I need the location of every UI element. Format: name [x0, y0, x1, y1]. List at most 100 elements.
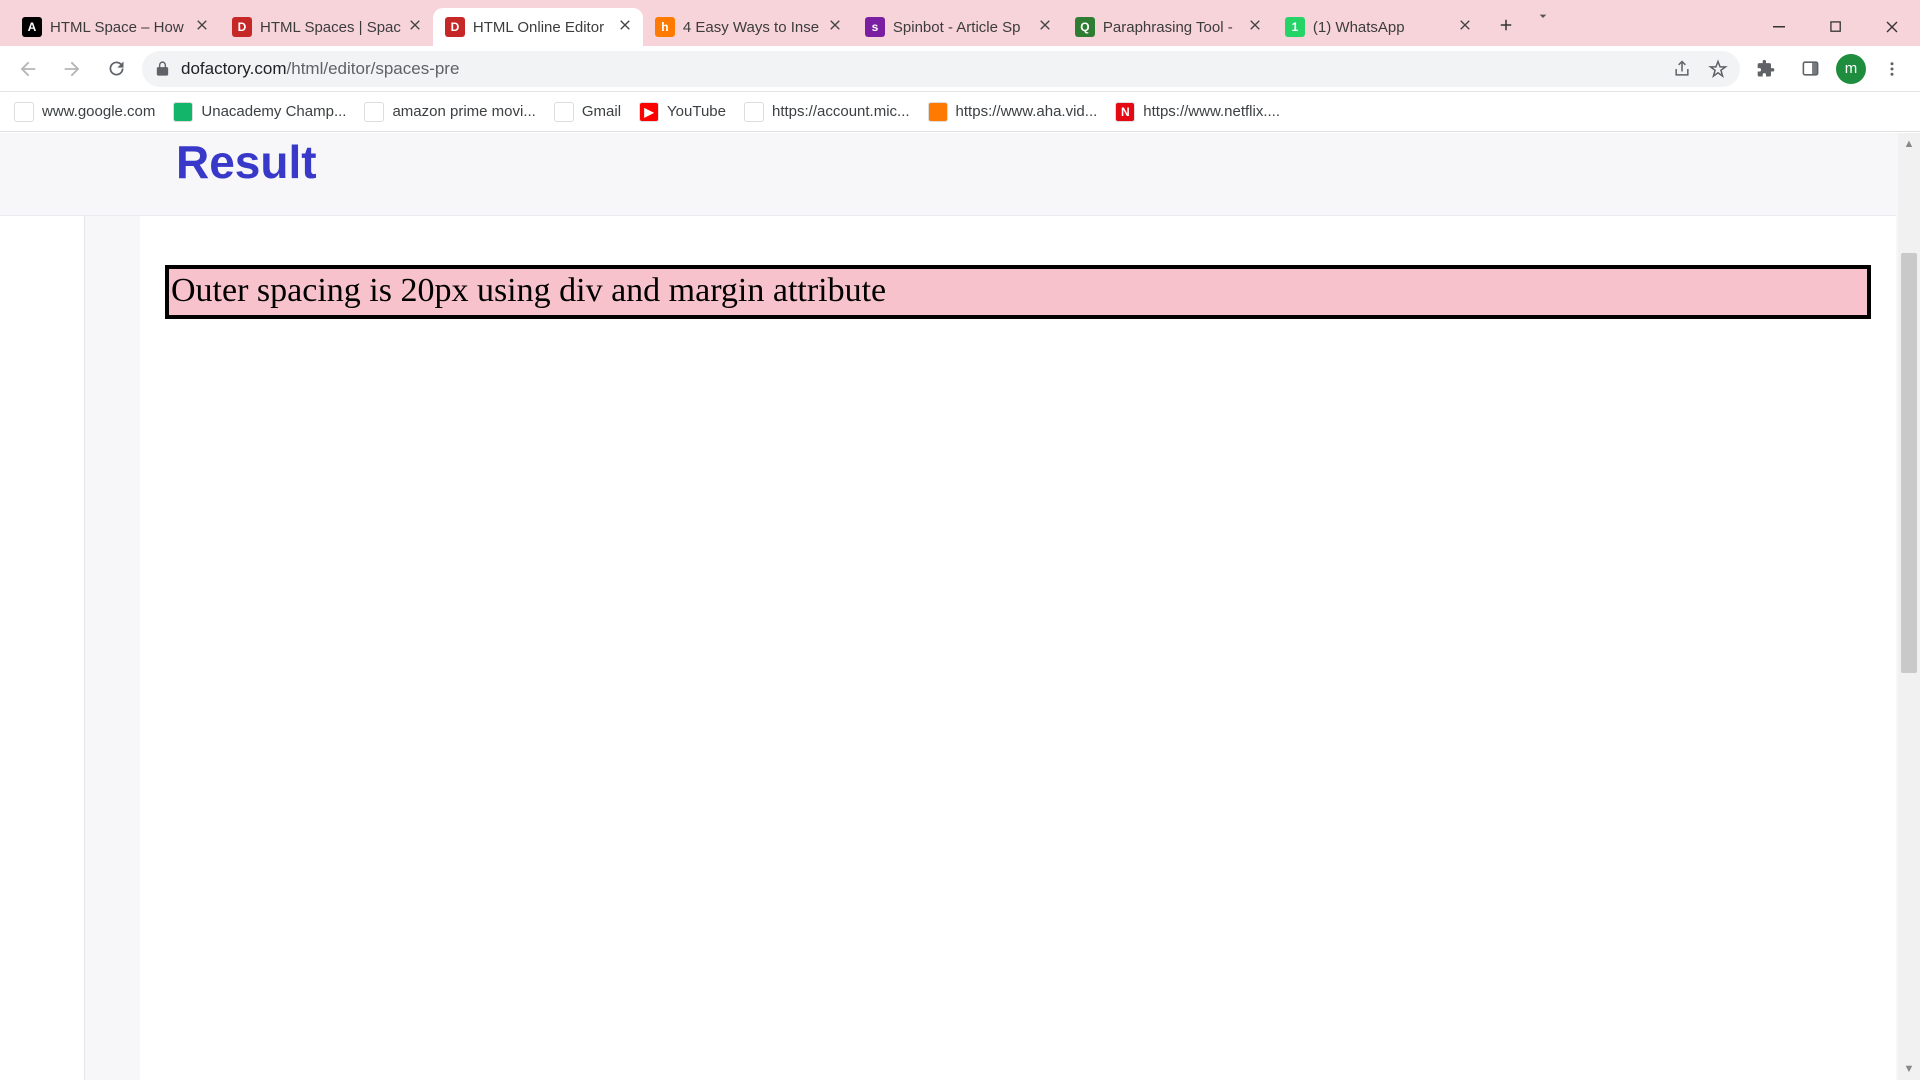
- page-viewport: Result Outer spacing is 20px using div a…: [0, 133, 1920, 1080]
- bookmark-favicon: ⊞: [744, 102, 764, 122]
- chrome-menu-button[interactable]: [1874, 51, 1910, 87]
- bookmark-item[interactable]: Gwww.google.com: [14, 102, 155, 122]
- result-body: Outer spacing is 20px using div and marg…: [140, 240, 1896, 344]
- window-controls: [1752, 8, 1920, 46]
- tab-title: Paraphrasing Tool -: [1103, 19, 1241, 36]
- address-bar[interactable]: dofactory.com/html/editor/spaces-pre: [142, 51, 1740, 87]
- new-tab-button[interactable]: [1489, 8, 1523, 42]
- tab-title: HTML Online Editor: [473, 19, 611, 36]
- tab-close-button[interactable]: [196, 19, 212, 35]
- browser-tab[interactable]: h 4 Easy Ways to Inse: [643, 8, 853, 46]
- bookmark-favicon: ▶: [639, 102, 659, 122]
- maximize-button[interactable]: [1808, 6, 1864, 48]
- bookmark-favicon: M: [554, 102, 574, 122]
- bookmark-item[interactable]: Unacademy Champ...: [173, 102, 346, 122]
- bookmark-favicon: [928, 102, 948, 122]
- close-icon: [1885, 20, 1899, 34]
- tab-close-button[interactable]: [409, 19, 425, 35]
- sidepanel-button[interactable]: [1792, 51, 1828, 87]
- url-text: dofactory.com/html/editor/spaces-pre: [181, 59, 459, 79]
- close-icon: [1459, 19, 1471, 31]
- tab-close-button[interactable]: [619, 19, 635, 35]
- maximize-icon: [1830, 21, 1843, 34]
- tab-title: 4 Easy Ways to Inse: [683, 19, 821, 36]
- tab-close-button[interactable]: [829, 19, 845, 35]
- bookmark-label: https://www.netflix....: [1143, 103, 1280, 120]
- bookmark-favicon: N: [1115, 102, 1135, 122]
- bookmark-item[interactable]: ⊞https://account.mic...: [744, 102, 910, 122]
- scroll-down-arrow[interactable]: ▼: [1898, 1058, 1920, 1080]
- chevron-down-icon: [1535, 8, 1551, 24]
- tab-favicon: h: [655, 17, 675, 37]
- kebab-icon: [1883, 60, 1901, 78]
- tab-close-button[interactable]: [1039, 19, 1055, 35]
- close-icon: [409, 19, 421, 31]
- tab-favicon: D: [232, 17, 252, 37]
- browser-toolbar: dofactory.com/html/editor/spaces-pre m: [0, 46, 1920, 92]
- reload-button[interactable]: [98, 51, 134, 87]
- tab-title: HTML Spaces | Spac: [260, 19, 401, 36]
- bookmark-item[interactable]: ▶ YouTube: [639, 102, 726, 122]
- close-icon: [619, 19, 631, 31]
- vertical-scrollbar[interactable]: ▲ ▼: [1898, 133, 1920, 1080]
- tab-favicon: 1: [1285, 17, 1305, 37]
- tab-title: (1) WhatsApp: [1313, 19, 1451, 36]
- tab-favicon: Q: [1075, 17, 1095, 37]
- share-icon[interactable]: [1672, 59, 1692, 79]
- puzzle-icon: [1756, 59, 1776, 79]
- lock-icon: [154, 60, 171, 77]
- bookmark-label: Unacademy Champ...: [201, 103, 346, 120]
- tab-title: HTML Space – How: [50, 19, 188, 36]
- plus-icon: [1497, 16, 1515, 34]
- output-box: Outer spacing is 20px using div and marg…: [165, 265, 1871, 319]
- browser-titlebar: A HTML Space – How D HTML Spaces | Spac D HTM…: [0, 0, 1920, 46]
- result-heading: Result: [0, 133, 1896, 216]
- tab-favicon: s: [865, 17, 885, 37]
- bookmark-label: https://www.aha.vid...: [956, 103, 1098, 120]
- browser-tab[interactable]: D HTML Spaces | Spac: [220, 8, 433, 46]
- scroll-up-arrow[interactable]: ▲: [1898, 133, 1920, 155]
- browser-tab[interactable]: D HTML Online Editor: [433, 8, 643, 46]
- browser-tab[interactable]: A HTML Space – How: [10, 8, 220, 46]
- bookmark-label: YouTube: [667, 103, 726, 120]
- bookmark-favicon: G: [364, 102, 384, 122]
- close-icon: [829, 19, 841, 31]
- browser-tab[interactable]: s Spinbot - Article Sp: [853, 8, 1063, 46]
- left-gutter: [0, 133, 85, 1080]
- bookmark-star-icon[interactable]: [1708, 59, 1728, 79]
- bookmark-item[interactable]: https://www.aha.vid...: [928, 102, 1098, 122]
- bookmark-label: Gmail: [582, 103, 621, 120]
- bookmark-favicon: G: [14, 102, 34, 122]
- bookmarks-bar: Gwww.google.com Unacademy Champ... Gamazon…: [0, 92, 1920, 132]
- forward-button[interactable]: [54, 51, 90, 87]
- bookmark-item[interactable]: Nhttps://www.netflix....: [1115, 102, 1280, 122]
- profile-avatar[interactable]: m: [1836, 54, 1866, 84]
- scrollbar-thumb[interactable]: [1901, 253, 1917, 673]
- close-icon: [1249, 19, 1261, 31]
- tab-favicon: D: [445, 17, 465, 37]
- window-close-button[interactable]: [1864, 6, 1920, 48]
- tab-favicon: A: [22, 17, 42, 37]
- bookmark-item[interactable]: M Gmail: [554, 102, 621, 122]
- tab-search-button[interactable]: [1523, 8, 1563, 24]
- bookmark-item[interactable]: Gamazon prime movi...: [364, 102, 535, 122]
- browser-tab[interactable]: Q Paraphrasing Tool -: [1063, 8, 1273, 46]
- back-button[interactable]: [10, 51, 46, 87]
- panel-icon: [1801, 59, 1820, 78]
- tab-close-button[interactable]: [1459, 19, 1475, 35]
- bookmark-label: www.google.com: [42, 103, 155, 120]
- close-icon: [1039, 19, 1051, 31]
- reload-icon: [106, 58, 127, 79]
- tab-close-button[interactable]: [1249, 19, 1265, 35]
- minimize-icon: [1773, 20, 1787, 34]
- bookmark-favicon: [173, 102, 193, 122]
- browser-tab[interactable]: 1 (1) WhatsApp: [1273, 8, 1483, 46]
- arrow-right-icon: [61, 58, 83, 80]
- result-panel: Result Outer spacing is 20px using div a…: [140, 133, 1896, 1080]
- minimize-button[interactable]: [1752, 6, 1808, 48]
- extensions-button[interactable]: [1748, 51, 1784, 87]
- tab-strip: A HTML Space – How D HTML Spaces | Spac D HTM…: [0, 8, 1483, 46]
- arrow-left-icon: [17, 58, 39, 80]
- close-icon: [196, 19, 208, 31]
- tab-title: Spinbot - Article Sp: [893, 19, 1031, 36]
